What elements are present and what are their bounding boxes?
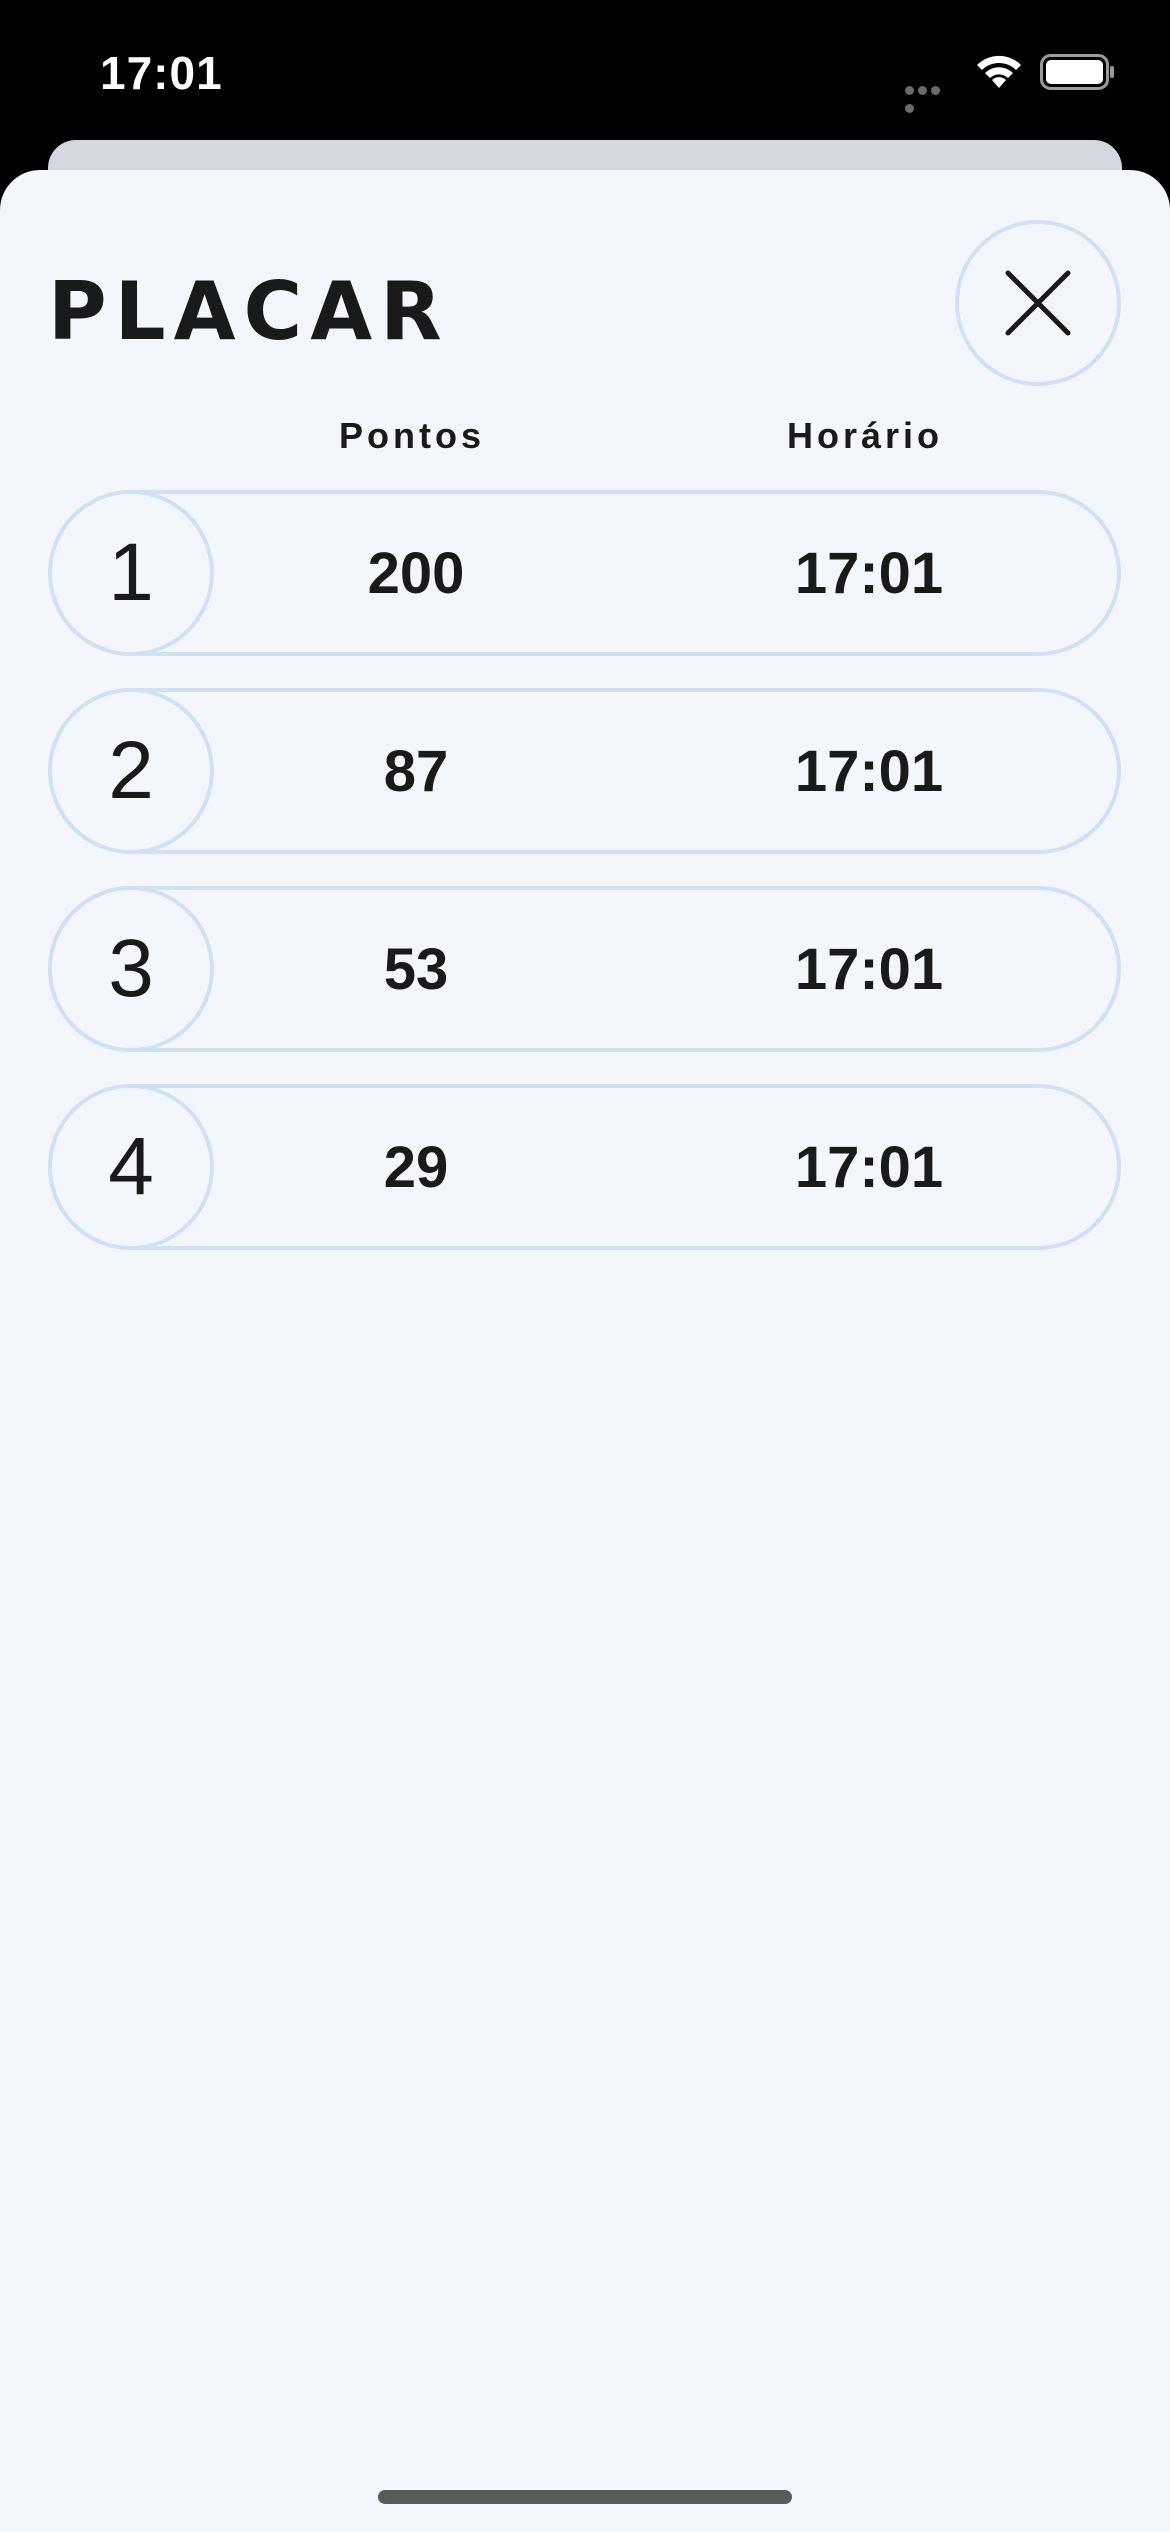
points-value: 87 — [383, 738, 449, 804]
score-row: 1 200 17:01 — [48, 490, 1121, 656]
score-row: 3 53 17:01 — [48, 886, 1121, 1052]
score-row: 4 29 17:01 — [48, 1084, 1121, 1250]
battery-icon — [1040, 54, 1114, 90]
points-value: 200 — [367, 540, 465, 606]
column-header-points: Pontos — [339, 415, 485, 456]
points-value: 53 — [383, 936, 449, 1002]
rank-badge: 1 — [48, 490, 214, 656]
time-value: 17:01 — [794, 738, 944, 804]
page-title: PLACAR — [48, 265, 450, 358]
score-row: 2 87 17:01 — [48, 688, 1121, 854]
close-button[interactable] — [955, 220, 1121, 386]
scoreboard-sheet: PLACAR Pontos Horário 1 200 17:01 2 87 1… — [0, 170, 1170, 2532]
status-bar: 17:01 — [0, 0, 1170, 150]
wifi-icon — [977, 55, 1021, 88]
rank-badge: 2 — [48, 688, 214, 854]
rank-badge: 3 — [48, 886, 214, 1052]
points-value: 29 — [383, 1134, 449, 1200]
cellular-dots-icon — [905, 82, 955, 113]
home-indicator[interactable] — [378, 2490, 792, 2504]
status-time: 17:01 — [100, 47, 223, 99]
time-value: 17:01 — [794, 1134, 944, 1200]
rank-badge: 4 — [48, 1084, 214, 1250]
close-icon — [1005, 270, 1071, 336]
time-value: 17:01 — [794, 936, 944, 1002]
time-value: 17:01 — [794, 540, 944, 606]
column-header-time: Horário — [786, 415, 944, 456]
